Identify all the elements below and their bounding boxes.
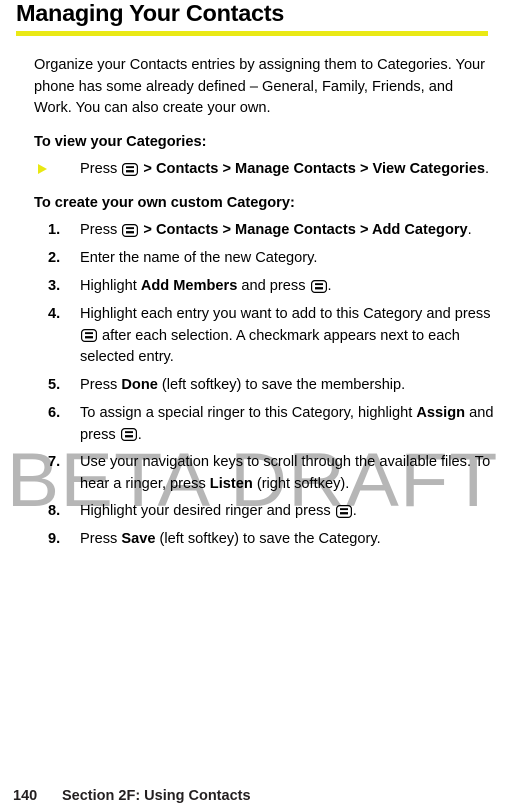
- list-item-number: 2.: [48, 250, 61, 266]
- page-title: Managing Your Contacts: [16, 0, 285, 26]
- create-category-heading: To create your own custom Category:: [34, 195, 295, 211]
- step-bold-term: Listen: [209, 475, 253, 492]
- title-accent-rule: [16, 31, 488, 36]
- list-item-text: Highlight each entry you want to add to …: [80, 304, 498, 369]
- step-prefix: Press: [80, 161, 122, 177]
- footer-section-label: Section 2F: Using Contacts: [62, 788, 251, 804]
- intro-paragraph: Organize your Contacts entries by assign…: [34, 57, 486, 116]
- step-middle: and press: [237, 278, 310, 294]
- step-bold-term: Save: [121, 531, 156, 547]
- list-item: 6. To assign a special ringer to this Ca…: [34, 403, 498, 446]
- step-menu-path: > Contacts > Manage Contacts > Add Categ…: [139, 222, 468, 238]
- view-categories-step-text: Press > Contacts > Manage Contacts > Vie…: [80, 159, 496, 180]
- list-item: 4. Highlight each entry you want to add …: [34, 304, 498, 369]
- menu-ok-key-icon: [81, 329, 97, 342]
- list-item-number: 1.: [48, 222, 61, 238]
- list-item-text: Enter the name of the new Category.: [80, 250, 318, 266]
- list-item-text: Press Done (left softkey) to save the me…: [80, 375, 498, 397]
- triangle-right-bullet-icon: [38, 164, 47, 174]
- step-suffix: .: [137, 426, 142, 443]
- list-item: 7. Use your navigation keys to scroll th…: [34, 452, 498, 495]
- manual-page: BETA DRAFT Managing Your Contacts Organi…: [0, 0, 505, 810]
- footer-page-number: 140: [13, 788, 38, 804]
- list-item: 5. Press Done (left softkey) to save the…: [34, 375, 498, 397]
- list-item-text: Highlight Add Members and press .: [80, 276, 498, 298]
- step-prefix: Highlight each entry you want to add to …: [80, 306, 491, 322]
- step-suffix: .: [327, 278, 332, 294]
- step-bold-term: Add Members: [140, 278, 238, 294]
- list-item-number: 9.: [48, 531, 61, 547]
- step-suffix: (left softkey) to save the membership.: [157, 377, 406, 393]
- step-menu-path: > Contacts > Manage Contacts > View Cate…: [139, 161, 485, 177]
- list-item: 8. Highlight your desired ringer and pre…: [34, 501, 498, 523]
- list-item-text: Press > Contacts > Manage Contacts > Add…: [80, 220, 498, 242]
- list-item: 9. Press Save (left softkey) to save the…: [34, 529, 498, 551]
- list-item-text: Use your navigation keys to scroll throu…: [80, 452, 498, 495]
- list-item-text: To assign a special ringer to this Categ…: [80, 403, 498, 446]
- step-suffix: .: [467, 222, 472, 238]
- step-suffix: (right softkey).: [252, 475, 350, 492]
- menu-ok-key-icon: [120, 428, 137, 441]
- step-bold-term: Done: [121, 377, 158, 393]
- list-item-number: 7.: [48, 454, 61, 470]
- step-suffix: after each selection. A checkmark appear…: [80, 327, 460, 366]
- list-item-number: 8.: [48, 503, 61, 519]
- step-bold-term: Assign: [416, 405, 466, 421]
- step-suffix: .: [485, 161, 490, 177]
- list-item: 1. Press > Contacts > Manage Contacts > …: [34, 220, 498, 242]
- step-prefix: Press: [80, 222, 122, 238]
- list-item-text: Press Save (left softkey) to save the Ca…: [80, 529, 498, 551]
- list-item-number: 5.: [48, 377, 61, 393]
- list-item-number: 6.: [48, 405, 61, 421]
- menu-ok-key-icon: [122, 223, 139, 237]
- step-prefix: Press: [80, 377, 122, 393]
- step-suffix: (left softkey) to save the Category.: [155, 531, 381, 547]
- list-item: 2. Enter the name of the new Category.: [34, 248, 498, 270]
- menu-ok-key-icon: [335, 504, 352, 518]
- view-categories-step: Press > Contacts > Manage Contacts > Vie…: [34, 159, 496, 180]
- menu-ok-key-icon: [310, 279, 327, 293]
- list-item-number: 3.: [48, 278, 61, 294]
- menu-ok-key-icon: [122, 162, 139, 176]
- list-item-text: Highlight your desired ringer and press …: [80, 501, 498, 523]
- step-suffix: .: [352, 503, 357, 519]
- step-prefix: Highlight your desired ringer and press: [80, 503, 335, 519]
- list-item: 3. Highlight Add Members and press .: [34, 276, 498, 298]
- view-categories-heading: To view your Categories:: [34, 134, 207, 150]
- step-prefix: To assign a special ringer to this Categ…: [80, 405, 417, 421]
- list-item-number: 4.: [48, 306, 61, 322]
- step-prefix: Highlight: [80, 278, 141, 294]
- page-footer: 140 Section 2F: Using Contacts: [0, 788, 505, 810]
- step-prefix: Press: [80, 531, 122, 547]
